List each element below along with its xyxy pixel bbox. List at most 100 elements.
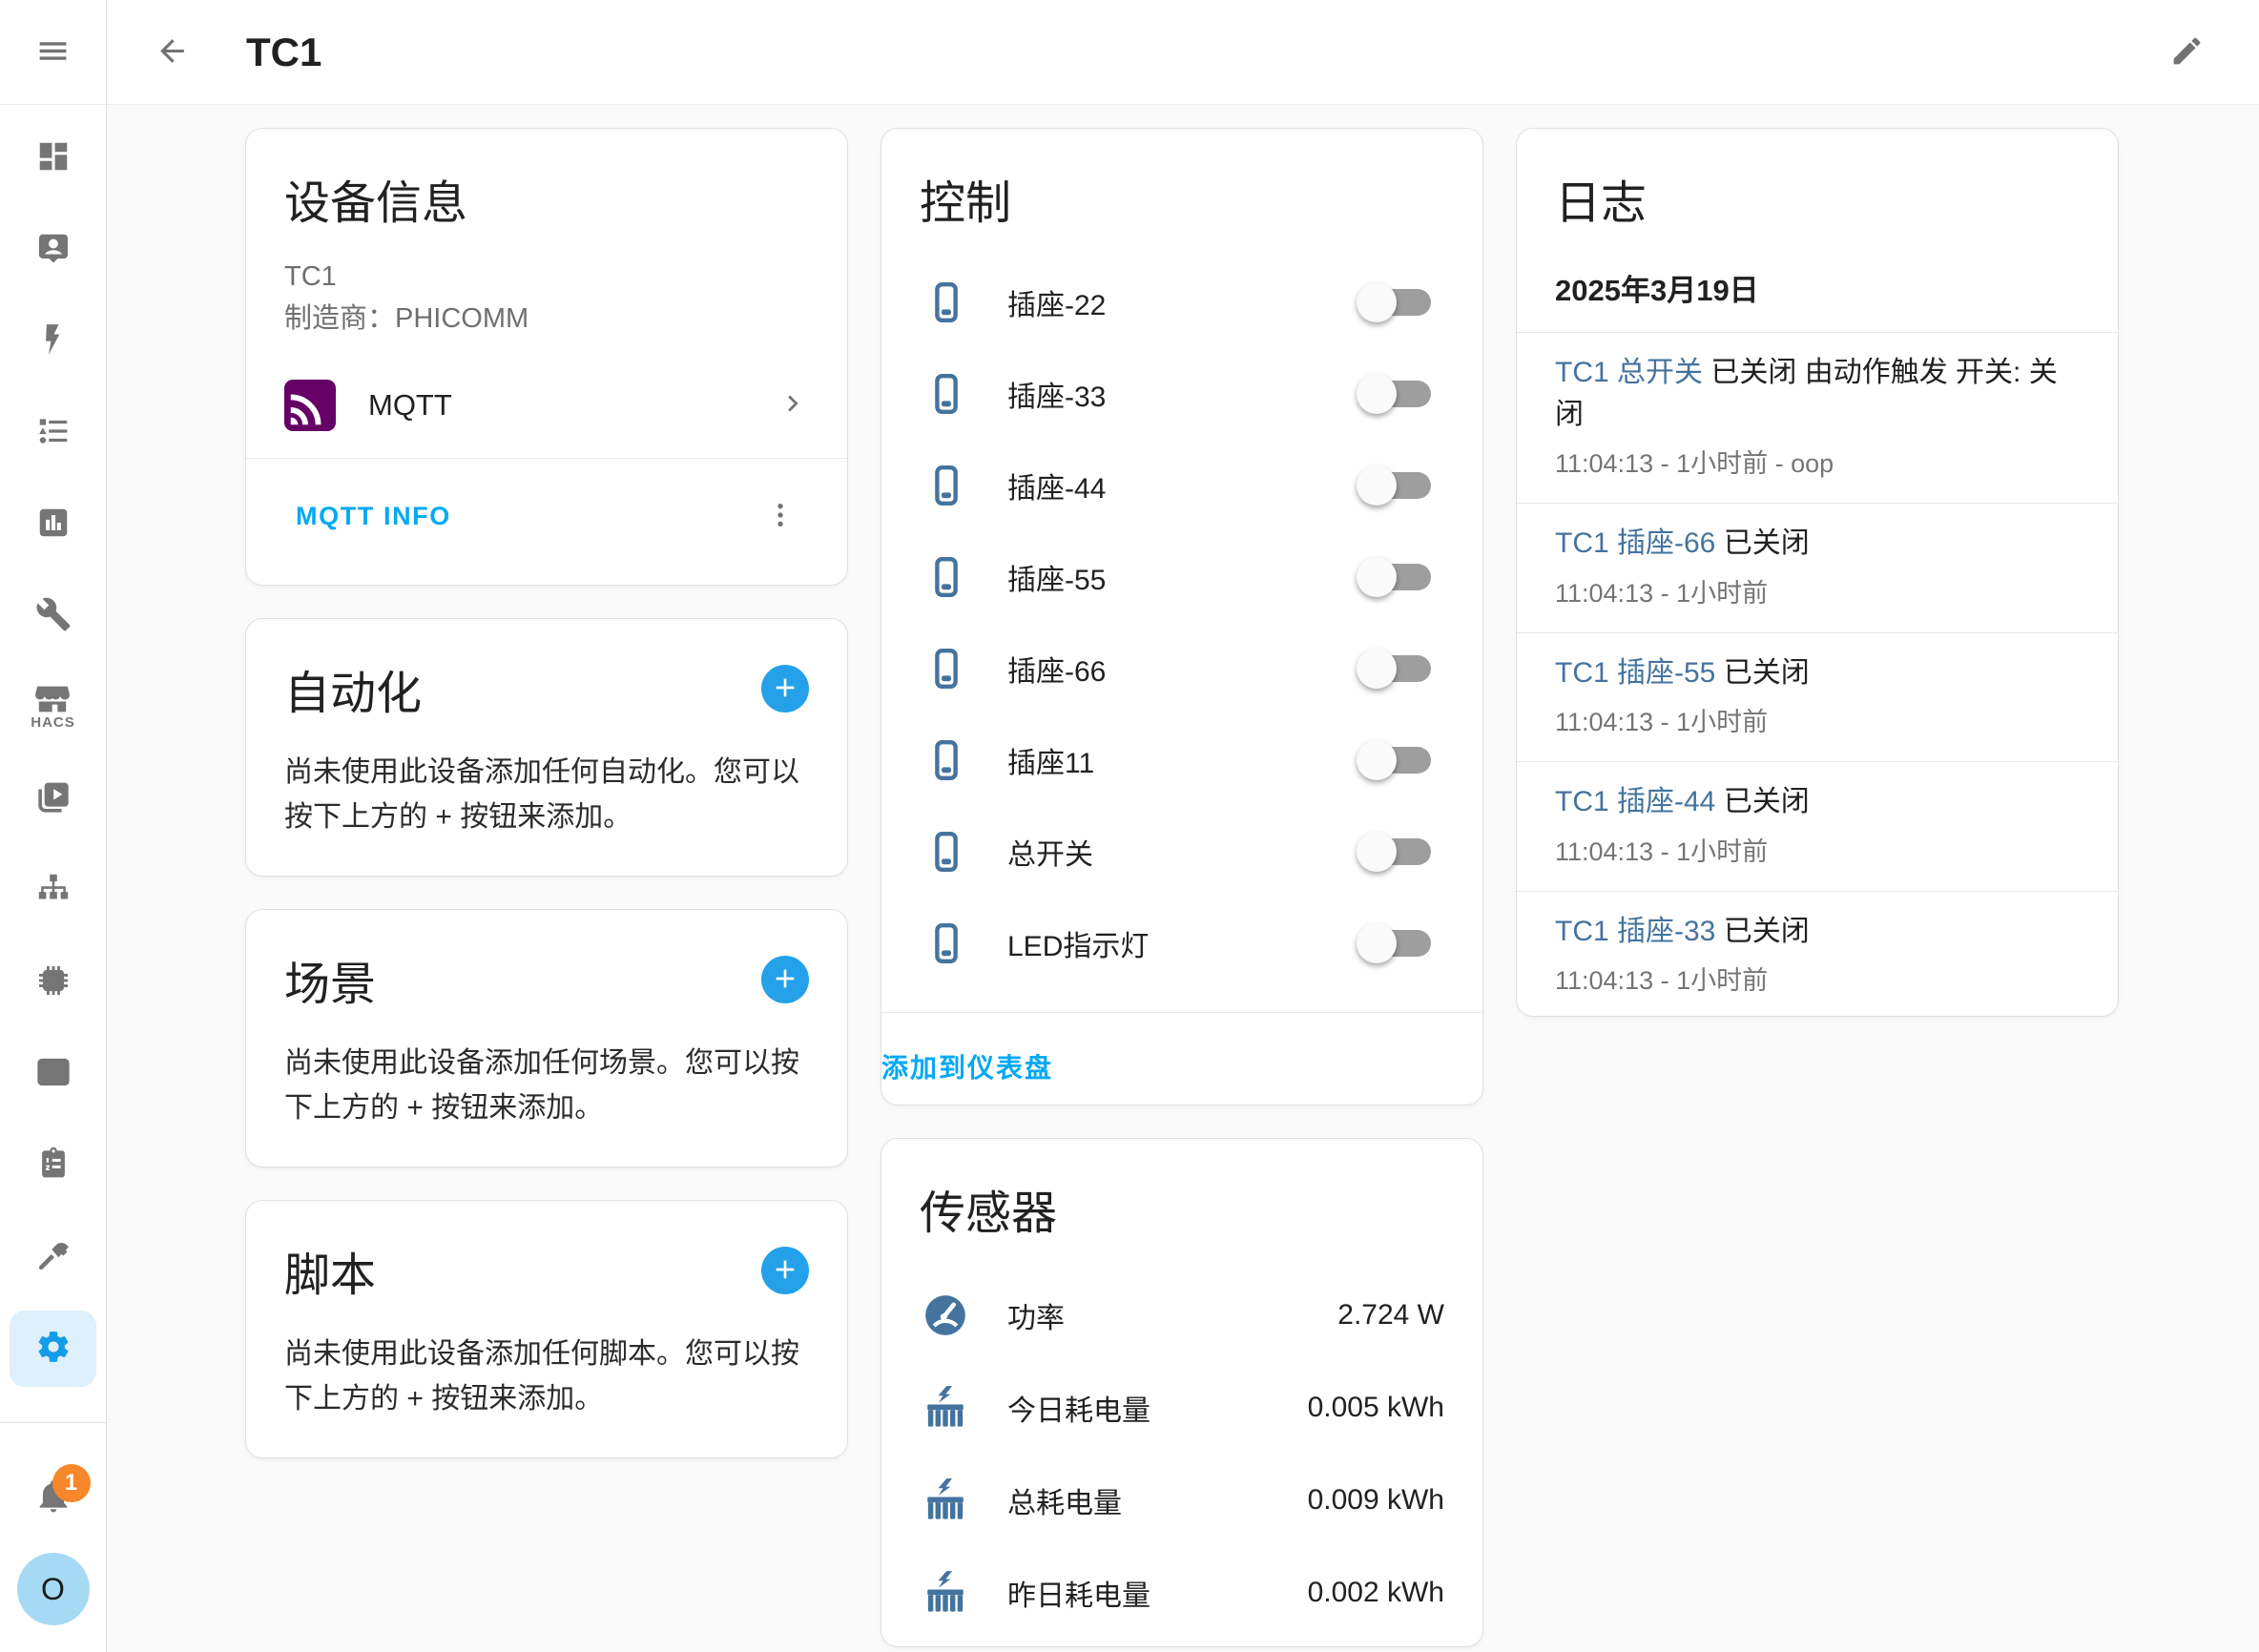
toggle-switch[interactable] [1362, 747, 1431, 774]
notification-badge: 1 [52, 1464, 91, 1502]
sidebar-item-developer-tools[interactable] [0, 1211, 106, 1303]
clipboard-list-icon [35, 1146, 72, 1187]
back-button[interactable] [137, 18, 206, 87]
mqtt-logo-icon [284, 380, 336, 431]
sidebar-item-network[interactable] [0, 845, 106, 937]
arrow-left-icon [155, 33, 190, 72]
scripts-empty-text: 尚未使用此设备添加任何脚本。您可以按下上方的 + 按钮来添加。 [284, 1332, 809, 1421]
plus-icon [770, 963, 800, 997]
sidebar-item-profile[interactable]: O [0, 1543, 106, 1635]
page-title: TC1 [246, 30, 2152, 75]
avatar[interactable]: O [17, 1553, 90, 1625]
logbook-title: 日志 [1517, 165, 2118, 232]
chip-icon [35, 962, 72, 1003]
sidebar-item-terminal[interactable] [0, 1028, 106, 1120]
sidebar-item-todo[interactable] [0, 1120, 106, 1211]
column-logbook: 日志 2025年3月19日 TC1 总开关 已关闭 由动作触发 开关: 关闭 1… [1516, 128, 2119, 1652]
logbook-entry: TC1 插座-44 已关闭 11:04:13 - 1小时前 [1517, 761, 2118, 891]
sensors-title: 传感器 [920, 1175, 1444, 1242]
console-icon [35, 1054, 72, 1095]
sidebar-item-notifications[interactable]: 1 [0, 1452, 106, 1543]
device-menu-button[interactable] [752, 487, 809, 545]
sensor-label[interactable]: 今日耗电量 [1007, 1387, 1308, 1429]
sidebar-item-energy[interactable] [0, 296, 106, 387]
logbook-entity-link[interactable]: TC1 总开关 [1555, 357, 1703, 388]
hamburger-icon [35, 33, 71, 72]
automations-card: 自动化 尚未使用此设备添加任何自动化。您可以按下上方的 + 按钮来添加。 [245, 618, 848, 877]
control-row: 插座-33 [920, 348, 1444, 440]
logbook-entity-link[interactable]: TC1 插座-44 [1555, 786, 1715, 817]
wrench-icon [35, 596, 72, 637]
toggle-switch[interactable] [1362, 655, 1431, 682]
add-to-dashboard-button[interactable]: 添加到仪表盘 [881, 1038, 1065, 1095]
toggle-switch[interactable] [1362, 472, 1431, 499]
gear-icon [35, 1329, 72, 1370]
toggle-switch[interactable] [1362, 381, 1431, 407]
sensor-row: 功率 2.724 W [920, 1269, 1444, 1361]
logbook-entity-link[interactable]: TC1 插座-55 [1555, 657, 1715, 689]
logbook-entry: TC1 插座-66 已关闭 11:04:13 - 1小时前 [1517, 503, 2118, 632]
control-label[interactable]: LED指示灯 [1007, 922, 1362, 964]
sidebar-item-settings[interactable] [0, 1303, 106, 1394]
control-label[interactable]: 插座-22 [1007, 281, 1362, 323]
sidebar-item-logbook[interactable] [0, 387, 106, 479]
power-socket-icon [923, 554, 969, 600]
control-label[interactable]: 插座-44 [1007, 465, 1362, 506]
scripts-card: 脚本 尚未使用此设备添加任何脚本。您可以按下上方的 + 按钮来添加。 [245, 1200, 848, 1458]
control-label[interactable]: 总开关 [1007, 831, 1362, 873]
automations-empty-text: 尚未使用此设备添加任何自动化。您可以按下上方的 + 按钮来添加。 [284, 751, 809, 839]
dots-vertical-icon [765, 500, 796, 533]
sidebar-item-tools[interactable] [0, 570, 106, 662]
sidebar-item-overview[interactable] [0, 113, 106, 204]
logbook-entity-link[interactable]: TC1 插座-66 [1555, 527, 1715, 559]
edit-device-button[interactable] [2152, 18, 2221, 87]
toggle-switch[interactable] [1362, 930, 1431, 957]
toggle-switch[interactable] [1362, 838, 1431, 865]
lightning-bolt-icon [35, 321, 72, 362]
sensors-card: 传感器 功率 2.724 W 今日耗电量 0.005 kWh 总耗电量 [881, 1138, 1483, 1647]
sensor-value: 0.005 kWh [1308, 1392, 1444, 1424]
control-row: LED指示灯 [920, 898, 1444, 989]
power-socket-icon [923, 920, 969, 966]
sidebar-item-esphome[interactable] [0, 937, 106, 1028]
sensor-value: 0.009 kWh [1308, 1484, 1444, 1517]
pencil-icon [2169, 33, 2205, 72]
logbook-entity-link[interactable]: TC1 插座-33 [1555, 916, 1715, 947]
sidebar-item-people[interactable] [0, 204, 106, 296]
sidebar-item-hacs[interactable]: HACS [0, 662, 106, 754]
toggle-switch[interactable] [1362, 564, 1431, 590]
topbar: TC1 [107, 0, 2259, 105]
sidebar-nav: HACS [0, 105, 106, 1394]
logbook-time: 11:04:13 - 1小时前 [1555, 831, 2080, 868]
control-label[interactable]: 插座-55 [1007, 556, 1362, 598]
power-socket-icon [923, 463, 969, 508]
sensor-row: 今日耗电量 0.005 kWh [920, 1361, 1444, 1454]
add-scene-button[interactable] [761, 956, 809, 1003]
fence-electric-icon [922, 1476, 969, 1524]
device-manufacturer: 制造商：PHICOMM [284, 299, 809, 341]
sensor-row: 总耗电量 0.009 kWh [920, 1454, 1444, 1546]
sensor-label[interactable]: 昨日耗电量 [1007, 1572, 1308, 1614]
controls-card: 控制 插座-22 插座-33 插座-44 [881, 128, 1483, 1105]
menu-button[interactable] [19, 18, 88, 87]
sidebar-item-media[interactable] [0, 754, 106, 845]
control-label[interactable]: 插座-33 [1007, 373, 1362, 415]
column-device-info: 设备信息 TC1 制造商：PHICOMM MQTT MQTT INFO [245, 128, 848, 1652]
power-socket-icon [923, 829, 969, 875]
control-label[interactable]: 插座11 [1007, 739, 1362, 781]
sensor-label[interactable]: 总耗电量 [1007, 1479, 1308, 1521]
add-automation-button[interactable] [761, 665, 809, 712]
sensor-value: 2.724 W [1337, 1299, 1444, 1332]
power-socket-icon [923, 737, 969, 783]
add-script-button[interactable] [761, 1247, 809, 1294]
mqtt-info-button[interactable]: MQTT INFO [284, 492, 463, 541]
scenes-title: 场景 [284, 946, 376, 1013]
sidebar-item-history[interactable] [0, 479, 106, 570]
play-box-multiple-icon [35, 779, 72, 820]
toggle-switch[interactable] [1362, 289, 1431, 316]
control-label[interactable]: 插座-66 [1007, 648, 1362, 690]
integration-row-mqtt[interactable]: MQTT [284, 380, 809, 458]
sensor-label[interactable]: 功率 [1007, 1294, 1337, 1336]
power-socket-icon [923, 646, 969, 692]
device-page-content: 设备信息 TC1 制造商：PHICOMM MQTT MQTT INFO [107, 105, 2259, 1652]
